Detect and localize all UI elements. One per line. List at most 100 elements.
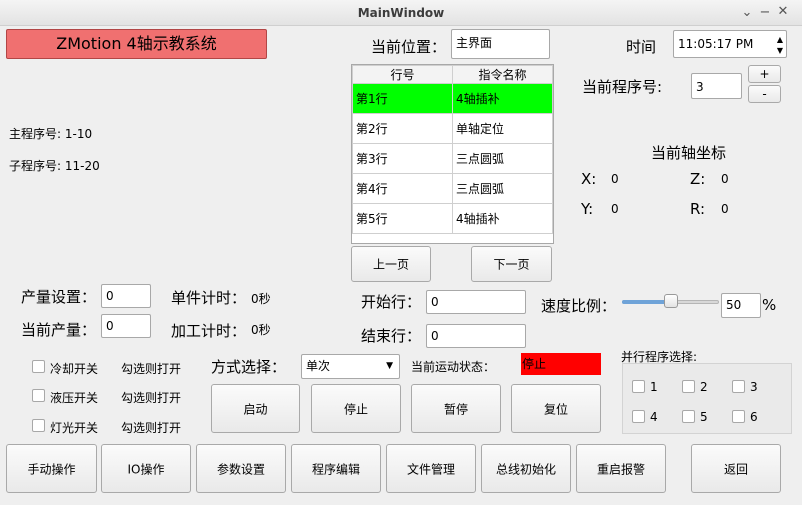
process-timer-value: 0秒 [251, 323, 271, 337]
mode-value: 单次 [306, 359, 331, 373]
switch-label: 液压开关 [50, 391, 99, 405]
light-switch[interactable] [32, 419, 45, 432]
axis-y-label: Y: [581, 200, 594, 218]
io-operation-button[interactable]: IO操作 [101, 444, 191, 493]
motion-status-label: 当前运动状态： [411, 360, 496, 374]
axis-r-value: 0 [721, 202, 729, 216]
speed-label: 速度比例： [541, 297, 617, 315]
switch-hint: 勾选则打开 [121, 421, 182, 435]
start-line-label: 开始行： [361, 293, 422, 311]
mode-label: 方式选择： [211, 358, 287, 376]
coolant-switch[interactable] [32, 360, 45, 373]
process-timer-label: 加工计时： [171, 322, 247, 340]
parallel-checkbox-4[interactable] [632, 410, 645, 423]
parallel-checkbox-5[interactable] [682, 410, 695, 423]
axis-title: 当前轴坐标 [651, 144, 727, 162]
restart-alarm-button[interactable]: 重启报警 [576, 444, 666, 493]
pause-button[interactable]: 暂停 [411, 384, 501, 433]
time-value: 11:05:17 PM [678, 37, 754, 51]
piece-timer-value: 0秒 [251, 292, 271, 306]
current-position-field: 主界面 [451, 29, 550, 59]
program-increase-button[interactable]: + [748, 65, 781, 83]
axis-r-label: R: [690, 200, 706, 218]
table-row[interactable]: 第3行 三点圆弧 [352, 143, 553, 174]
program-decrease-button[interactable]: - [748, 85, 781, 103]
axis-x-value: 0 [611, 172, 619, 186]
minimize-icon[interactable]: ⌄ [738, 4, 756, 22]
row-command: 单轴定位 [452, 113, 553, 144]
current-production-label: 当前产量： [21, 321, 97, 339]
sub-program-range: 子程序号: 11-20 [9, 159, 100, 173]
production-set-label: 产量设置： [21, 288, 97, 306]
row-line: 第1行 [352, 83, 453, 114]
parallel-label: 5 [700, 410, 708, 424]
piece-timer-label: 单件计时： [171, 289, 247, 307]
row-command: 4轴插补 [452, 83, 553, 114]
command-table: 行号 指令名称 第1行 4轴插补 第2行 单轴定位 第3行 三点圆弧 第4行 三… [351, 64, 554, 244]
table-row[interactable]: 第2行 单轴定位 [352, 113, 553, 144]
switch-hint: 勾选则打开 [121, 391, 182, 405]
production-set-field[interactable]: 0 [101, 284, 151, 308]
row-line: 第4行 [352, 173, 453, 204]
parallel-label: 6 [750, 410, 758, 424]
parallel-checkbox-2[interactable] [682, 380, 695, 393]
mode-select[interactable]: 单次 ▼ [301, 354, 400, 379]
manual-operation-button[interactable]: 手动操作 [6, 444, 97, 493]
start-line-field[interactable]: 0 [426, 290, 526, 314]
parallel-checkbox-3[interactable] [732, 380, 745, 393]
stop-button[interactable]: 停止 [311, 384, 401, 433]
bus-init-button[interactable]: 总线初始化 [481, 444, 571, 493]
axis-z-value: 0 [721, 172, 729, 186]
speed-slider[interactable] [622, 294, 719, 308]
parallel-label: 4 [650, 410, 658, 424]
row-command: 三点圆弧 [452, 173, 553, 204]
program-edit-button[interactable]: 程序编辑 [291, 444, 381, 493]
main-program-range: 主程序号: 1-10 [9, 127, 93, 141]
speed-field[interactable]: 50 [721, 293, 761, 318]
file-management-button[interactable]: 文件管理 [386, 444, 476, 493]
end-line-field[interactable]: 0 [426, 324, 526, 348]
switch-hint: 勾选则打开 [121, 362, 182, 376]
parallel-label: 1 [650, 380, 658, 394]
parallel-checkbox-1[interactable] [632, 380, 645, 393]
row-line: 第3行 [352, 143, 453, 174]
table-row[interactable]: 第5行 4轴插补 [352, 203, 553, 234]
checkbox[interactable] [32, 389, 45, 402]
program-number-field[interactable]: 3 [691, 73, 742, 99]
end-line-label: 结束行： [361, 327, 422, 345]
row-command: 三点圆弧 [452, 143, 553, 174]
prev-page-button[interactable]: 上一页 [351, 246, 431, 282]
speed-unit: % [762, 296, 777, 314]
current-production-field[interactable]: 0 [101, 314, 151, 338]
table-row[interactable]: 第4行 三点圆弧 [352, 173, 553, 204]
chevron-down-icon: ▼ [386, 361, 393, 371]
system-banner: ZMotion 4轴示教系统 [6, 29, 267, 59]
back-button[interactable]: 返回 [691, 444, 781, 493]
slider-handle[interactable] [664, 294, 678, 308]
column-header-line: 行号 [352, 65, 453, 84]
parallel-label: 3 [750, 380, 758, 394]
plus-icon: + [759, 67, 770, 81]
parameter-settings-button[interactable]: 参数设置 [196, 444, 286, 493]
spin-down-icon[interactable]: ▼ [777, 38, 783, 64]
checkbox[interactable] [32, 419, 45, 432]
window-title: MainWindow [357, 6, 445, 20]
restore-icon[interactable]: − [756, 4, 774, 22]
row-line: 第5行 [352, 203, 453, 234]
column-header-command: 指令名称 [452, 65, 553, 84]
parallel-checkbox-6[interactable] [732, 410, 745, 423]
row-line: 第2行 [352, 113, 453, 144]
minus-icon: - [762, 87, 767, 101]
switch-label: 冷却开关 [50, 362, 99, 376]
start-button[interactable]: 启动 [211, 384, 300, 433]
checkbox[interactable] [32, 360, 45, 373]
close-icon[interactable]: ✕ [774, 3, 792, 21]
hydraulic-switch[interactable] [32, 389, 45, 402]
next-page-button[interactable]: 下一页 [471, 246, 552, 282]
table-row[interactable]: 第1行 4轴插补 [352, 83, 553, 114]
reset-button[interactable]: 复位 [511, 384, 601, 433]
time-field[interactable]: 11:05:17 PM ▲ ▼ [673, 30, 787, 58]
title-bar: MainWindow ⌄ − ✕ [0, 0, 802, 26]
motion-status-badge: 停止 [521, 353, 601, 375]
program-number-label: 当前程序号: [582, 78, 663, 96]
